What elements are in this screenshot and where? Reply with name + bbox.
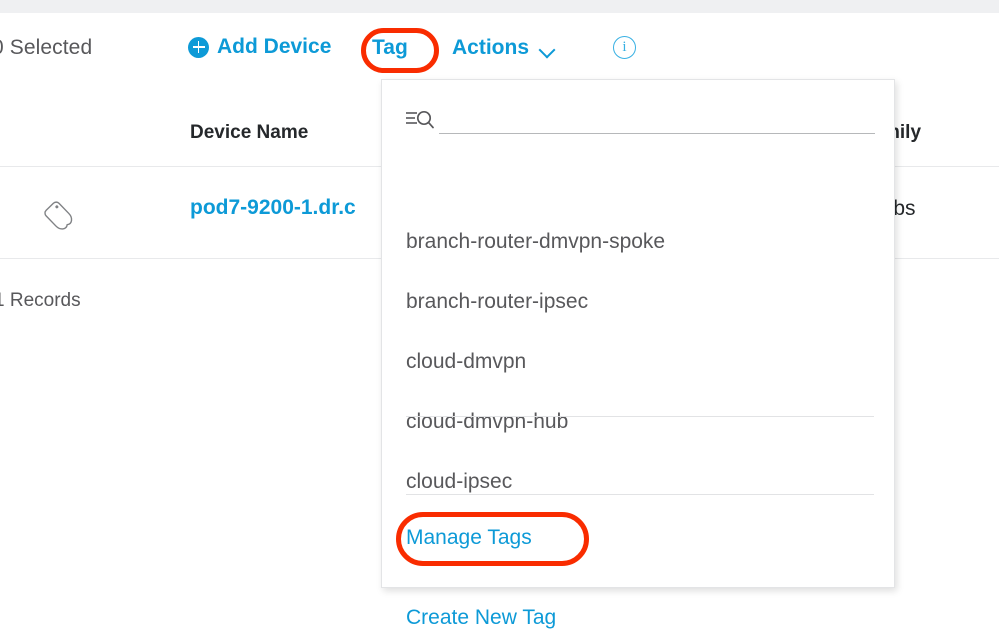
info-circle-icon[interactable]: i bbox=[613, 36, 636, 59]
tag-search-input[interactable] bbox=[439, 109, 875, 134]
manage-tags-link[interactable]: Manage Tags bbox=[406, 526, 532, 550]
chevron-down-icon bbox=[540, 44, 555, 53]
filter-search-icon[interactable] bbox=[405, 108, 437, 134]
dropdown-divider bbox=[406, 494, 874, 495]
add-device-button[interactable]: Add Device bbox=[188, 35, 331, 59]
create-new-tag-link[interactable]: Create New Tag bbox=[406, 606, 556, 630]
actions-label: Actions bbox=[452, 36, 530, 59]
list-item[interactable]: cloud-ipsec bbox=[406, 470, 512, 494]
list-item[interactable]: branch-router-ipsec bbox=[406, 290, 588, 314]
column-header-device-name: Device Name bbox=[190, 122, 309, 143]
list-item[interactable]: cloud-dmvpn bbox=[406, 350, 526, 374]
tag-button[interactable]: Tag bbox=[372, 36, 408, 60]
list-item[interactable]: branch-router-dmvpn-spoke bbox=[406, 230, 665, 254]
list-item[interactable]: cloud-dmvpn-hub bbox=[406, 410, 568, 434]
actions-dropdown-button[interactable]: Actions bbox=[452, 36, 555, 60]
records-count-label: 1 Records bbox=[0, 290, 81, 311]
selected-count-label: 0 Selected bbox=[0, 36, 93, 59]
add-device-label: Add Device bbox=[217, 35, 332, 58]
top-gray-strip bbox=[0, 0, 999, 13]
dropdown-divider bbox=[406, 416, 874, 417]
tag-icon[interactable] bbox=[44, 197, 78, 231]
device-toolbar: 0 Selected Add Device Tag Actions bbox=[0, 28, 999, 72]
device-name-link[interactable]: pod7-9200-1.dr.c bbox=[190, 196, 356, 220]
tag-dropdown-panel: branch-router-dmvpn-spoke branch-router-… bbox=[381, 79, 895, 629]
plus-circle-icon bbox=[188, 36, 209, 58]
tag-search-row bbox=[405, 102, 875, 134]
